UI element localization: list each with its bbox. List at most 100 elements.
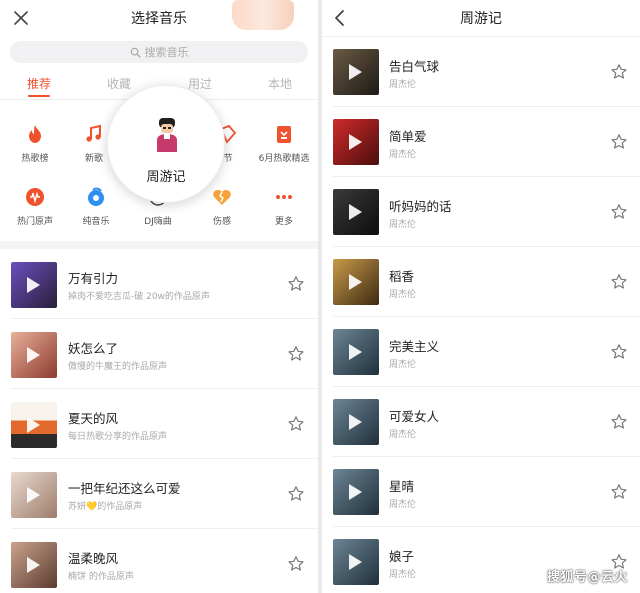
- category-more[interactable]: 更多: [254, 186, 314, 227]
- song-title: 听妈妈的话: [389, 199, 452, 214]
- popup-title: 周游记: [146, 170, 186, 185]
- list-item[interactable]: 听妈妈的话 周杰伦: [322, 177, 640, 247]
- avatar-icon: [157, 118, 177, 152]
- song-title: 一把年纪还这么可爱: [68, 481, 181, 496]
- search-input[interactable]: 搜索音乐: [10, 41, 308, 63]
- list-item[interactable]: 可爱女人 周杰伦: [322, 387, 640, 457]
- song-artist: 周杰伦: [389, 290, 417, 300]
- broken-heart-icon: [213, 190, 231, 205]
- favorite-star-icon[interactable]: [610, 483, 628, 501]
- play-icon: [27, 557, 40, 573]
- song-title: 妖怎么了: [68, 341, 119, 356]
- play-icon: [349, 204, 362, 220]
- favorite-star-icon[interactable]: [610, 63, 628, 81]
- calendar-icon: [277, 126, 291, 143]
- song-title: 娘子: [389, 549, 415, 564]
- category-label: 6月热歌精选: [258, 154, 310, 164]
- song-cover: [333, 189, 379, 235]
- list-item[interactable]: 星晴 周杰伦: [322, 457, 640, 527]
- favorite-star-icon[interactable]: [610, 133, 628, 151]
- tab-recommend[interactable]: 推荐: [27, 75, 51, 92]
- play-icon: [349, 414, 362, 430]
- song-cover: [333, 259, 379, 305]
- category-label: 纯音乐: [82, 217, 110, 227]
- list-item[interactable]: 稻香 周杰伦: [322, 247, 640, 317]
- favorite-star-icon[interactable]: [610, 273, 628, 291]
- song-title: 可爱女人: [389, 409, 440, 424]
- song-subtitle: 楠饼 的作品原声: [68, 572, 134, 582]
- song-subtitle: 掉肉不爱吃吉瓜-破 20w的作品原声: [68, 292, 210, 302]
- favorite-star-icon[interactable]: [610, 413, 628, 431]
- play-icon: [349, 484, 362, 500]
- song-cover: [11, 472, 57, 518]
- category-label: 更多: [274, 217, 293, 227]
- play-icon: [27, 347, 40, 363]
- watermark: 搜狐号@云火: [546, 570, 628, 585]
- play-icon: [349, 554, 362, 570]
- play-icon: [27, 277, 40, 293]
- list-item[interactable]: 告白气球 周杰伦: [322, 37, 640, 107]
- list-item[interactable]: 一把年纪还这么可爱 苏妍💛的作品原声: [0, 459, 318, 529]
- song-cover: [333, 49, 379, 95]
- artist-songs-panel: 周游记 告白气球 周杰伦 简单爱 周杰伦 听妈妈的话 周杰伦 稻香 周杰伦 完美…: [322, 0, 640, 593]
- favorite-star-icon[interactable]: [287, 275, 305, 293]
- list-item[interactable]: 简单爱 周杰伦: [322, 107, 640, 177]
- song-artist: 周杰伦: [389, 430, 417, 440]
- blurred-overlay: [232, 0, 294, 30]
- category-sad[interactable]: 伤感: [192, 186, 252, 227]
- song-subtitle: 每日热歌分享的作品原声: [68, 432, 168, 442]
- play-icon: [349, 134, 362, 150]
- more-dots-icon: [276, 195, 292, 199]
- song-title: 简单爱: [389, 129, 427, 144]
- song-cover: [11, 332, 57, 378]
- play-icon: [349, 64, 362, 80]
- play-icon: [27, 417, 40, 433]
- category-label: 热门原声: [16, 217, 53, 227]
- category-label: 热歌榜: [21, 154, 49, 164]
- favorite-star-icon[interactable]: [610, 343, 628, 361]
- favorite-star-icon[interactable]: [287, 555, 305, 573]
- search-placeholder: 搜索音乐: [144, 46, 189, 59]
- favorite-star-icon[interactable]: [287, 345, 305, 363]
- waveform-icon: [26, 188, 44, 206]
- category-june-picks[interactable]: 6月热歌精选: [254, 123, 314, 164]
- song-cover: [11, 262, 57, 308]
- play-icon: [27, 487, 40, 503]
- category-instrumental[interactable]: 纯音乐: [66, 186, 126, 227]
- artist-magnifier-popup[interactable]: 周游记: [107, 85, 225, 203]
- favorite-star-icon[interactable]: [287, 485, 305, 503]
- select-music-header: 选择音乐: [0, 0, 318, 36]
- list-item[interactable]: 完美主义 周杰伦: [322, 317, 640, 387]
- list-item[interactable]: 夏天的风 每日热歌分享的作品原声: [0, 389, 318, 459]
- song-artist: 周杰伦: [389, 570, 417, 580]
- play-icon: [349, 344, 362, 360]
- song-title: 温柔晚风: [68, 551, 119, 566]
- category-label: 伤感: [212, 217, 231, 227]
- page-title: 周游记: [460, 11, 502, 27]
- song-cover: [11, 402, 57, 448]
- tab-used[interactable]: 用过: [188, 75, 212, 92]
- song-cover: [333, 399, 379, 445]
- tab-local[interactable]: 本地: [268, 75, 292, 92]
- category-hot-originals[interactable]: 热门原声: [5, 186, 65, 227]
- list-item[interactable]: 温柔晚风 楠饼 的作品原声: [0, 529, 318, 593]
- song-title: 万有引力: [68, 271, 119, 286]
- tab-favorites[interactable]: 收藏: [107, 75, 131, 92]
- flame-icon: [29, 125, 41, 143]
- song-cover: [333, 469, 379, 515]
- music-note-icon: [86, 124, 101, 142]
- app-stage: 选择音乐 搜索音乐 推荐 收藏 用过 本地 热歌榜 新歌 节 6月热歌精选 热门…: [0, 0, 640, 593]
- search-icon: [130, 47, 141, 58]
- list-item[interactable]: 万有引力 掉肉不爱吃吉瓜-破 20w的作品原声: [0, 249, 318, 319]
- active-tab-indicator: [28, 95, 50, 97]
- category-hot-songs[interactable]: 热歌榜: [5, 123, 65, 164]
- song-title: 夏天的风: [68, 411, 119, 426]
- song-subtitle: 苏妍💛的作品原声: [68, 502, 143, 512]
- song-title: 星晴: [389, 479, 415, 494]
- song-cover: [333, 539, 379, 585]
- list-item[interactable]: 妖怎么了 傲慢的牛魔王的作品原声: [0, 319, 318, 389]
- song-title: 完美主义: [389, 339, 440, 354]
- favorite-star-icon[interactable]: [610, 203, 628, 221]
- song-cover: [333, 329, 379, 375]
- favorite-star-icon[interactable]: [287, 415, 305, 433]
